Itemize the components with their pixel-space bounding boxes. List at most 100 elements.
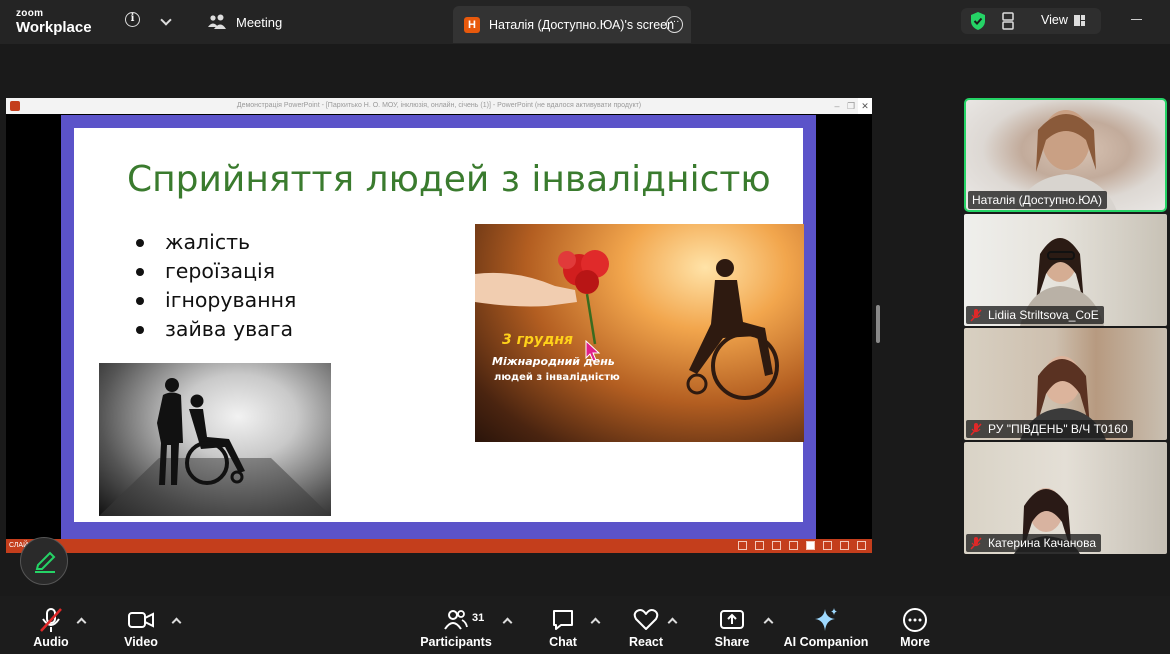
participant-name: Lidiia Striltsova_CoE [988,308,1099,322]
december-3-image: 3 грудня Міжнародний день людей з інвалі… [475,224,804,442]
bullet-item: жалість [136,228,296,257]
more-button[interactable]: More [896,596,934,654]
zoom-meeting-window: zoom Workplace i Meeting H Наталія (Дост… [0,0,1170,654]
status-icon [789,541,798,550]
more-dots-icon [903,608,927,632]
react-label: React [628,635,664,649]
share-button[interactable]: Share [713,596,751,654]
pp-restore-icon: ❐ [846,101,856,111]
wheelchair-silhouette-image [99,363,331,516]
powerpoint-status-bar: СЛАЙ [6,539,872,553]
pp-minimize-icon: – [834,101,840,111]
minimize-window-button[interactable] [1131,19,1142,20]
bullet-dot [136,296,144,305]
ai-companion-button[interactable]: AI Companion [784,596,868,654]
bullet-dot [136,238,144,247]
participant-name-tag: Катерина Качанова [966,534,1101,552]
more-label: More [900,635,930,649]
bullet-dot [136,267,144,276]
pencil-icon [35,551,56,573]
status-icon [857,541,866,550]
view-button[interactable]: View [1041,13,1085,27]
meeting-label: Meeting [236,14,283,30]
share-screen-icon [720,610,744,629]
more-options-icon[interactable]: ··· [666,16,683,33]
view-label: View [1041,13,1068,27]
audio-button[interactable]: Audio [30,596,72,654]
view-grid-icon [1073,14,1085,26]
video-button[interactable]: Video [120,596,162,654]
bullet-item: зайва увага [136,315,296,344]
muted-mic-icon [970,308,982,322]
meeting-menu-button[interactable]: Meeting [208,14,282,30]
bullet-text: ігнорування [165,288,297,312]
status-icon [823,541,832,550]
pp-close-icon: ✕ [858,98,872,114]
heart-icon [633,609,659,630]
security-shield-icon[interactable] [969,11,987,31]
slide: Сприйняття людей з інвалідністю жалість … [74,128,804,522]
recording-icon[interactable] [1001,12,1015,30]
share-label: Share [714,635,750,649]
status-icon [738,541,747,550]
powerpoint-title-bar: Демонстрація PowerPoint - [Пархитько Н. … [6,98,872,114]
participant-name: Наталія (Доступно.ЮА) [972,193,1103,207]
participants-button[interactable]: Participants [420,596,492,654]
chat-button[interactable]: Chat [545,596,581,654]
slide-title: Сприйняття людей з інвалідністю [127,159,771,200]
bullet-text: героїзація [165,259,276,283]
muted-mic-icon [970,422,982,436]
ai-sparkle-icon [815,608,837,631]
info-icon[interactable]: i [125,12,140,27]
participants-icon [444,610,468,630]
annotate-button[interactable] [20,537,68,585]
video-camera-icon [128,612,154,628]
image-date-text: 3 грудня [502,332,574,348]
status-icon [806,541,815,550]
presenter-avatar: H [464,16,480,33]
participant-name-tag: Lidiia Striltsova_CoE [966,306,1104,324]
audio-label: Audio [33,635,69,649]
powerpoint-icon [10,101,20,111]
muted-microphone-icon [40,608,62,632]
slide-bullet-list: жалість героїзація ігнорування зайва ува… [136,228,296,344]
slide-frame: Сприйняття людей з інвалідністю жалість … [61,115,816,539]
zoom-logo: zoom Workplace [16,8,92,36]
chat-label: Chat [549,635,577,649]
shared-screen-label: Наталія (Доступно.ЮА)'s screen [489,17,675,32]
chevron-down-icon[interactable] [160,14,172,26]
logo-brand: zoom [16,8,44,19]
top-right-controls: View [961,8,1101,34]
ai-companion-label: AI Companion [783,635,869,649]
meeting-people-icon [208,14,226,29]
video-label: Video [124,635,158,649]
panel-resize-handle[interactable] [876,305,880,343]
shared-screen-tab[interactable]: H Наталія (Доступно.ЮА)'s screen ··· [453,6,691,43]
participant-name: Катерина Качанова [988,536,1096,550]
participant-name-tag: Наталія (Доступно.ЮА) [968,191,1108,209]
pointer-cursor-icon [585,340,601,362]
participant-name-tag: РУ "ПІВДЕНЬ" В/Ч Т0160 [966,420,1133,438]
chat-bubble-icon [553,610,573,630]
participants-label: Participants [420,635,492,649]
powerpoint-window-controls: – ❐ ✕ [830,98,872,114]
status-icon [772,541,781,550]
react-button[interactable]: React [627,596,665,654]
status-icon [840,541,849,550]
bullet-text: зайва увага [165,317,294,341]
participant-tile[interactable]: Наталія (Доступно.ЮА) [964,98,1167,212]
bullet-item: ігнорування [136,286,296,315]
status-icon [755,541,764,550]
powerpoint-window-title: Демонстрація PowerPoint - [Пархитько Н. … [236,102,642,109]
silhouette-figures [99,378,331,516]
participant-tile[interactable]: Lidiia Striltsova_CoE [964,214,1167,326]
participant-name: РУ "ПІВДЕНЬ" В/Ч Т0160 [988,422,1128,436]
bullet-text: жалість [165,230,251,254]
bullet-item: героїзація [136,257,296,286]
participant-tile[interactable]: РУ "ПІВДЕНЬ" В/Ч Т0160 [964,328,1167,440]
shared-screen-area: Демонстрація PowerPoint - [Пархитько Н. … [6,98,872,553]
top-bar: zoom Workplace i Meeting H Наталія (Дост… [0,0,1170,44]
participants-count: 31 [472,612,485,624]
participant-tile[interactable]: Катерина Качанова [964,442,1167,554]
logo-product: Workplace [16,19,92,36]
